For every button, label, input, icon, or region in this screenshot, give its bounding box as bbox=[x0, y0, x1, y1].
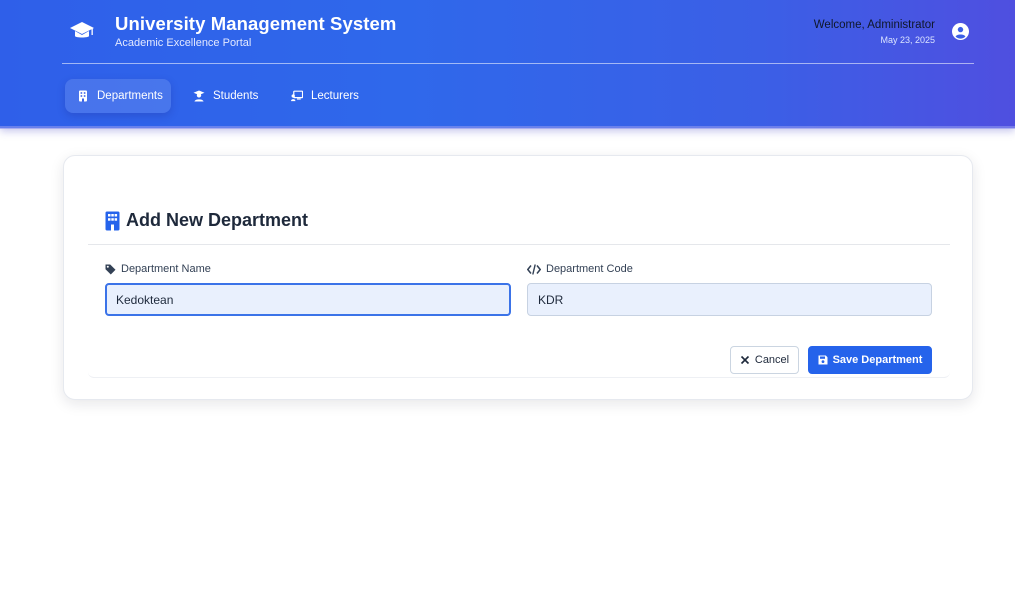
graduation-cap-icon bbox=[70, 22, 94, 38]
header-shadow-line bbox=[0, 126, 1015, 129]
nav-label: Lecturers bbox=[311, 90, 359, 102]
building-icon bbox=[105, 211, 120, 230]
nav-students[interactable]: Students bbox=[181, 79, 271, 113]
department-name-input[interactable] bbox=[105, 283, 511, 316]
app-subtitle: Academic Excellence Portal bbox=[115, 37, 252, 49]
department-code-label: Department Code bbox=[527, 263, 633, 275]
nav-lecturers[interactable]: Lecturers bbox=[279, 79, 371, 113]
department-form: Add New Department Department Name Depar… bbox=[88, 172, 950, 378]
tag-icon bbox=[105, 264, 116, 274]
user-avatar-icon[interactable] bbox=[952, 23, 969, 40]
cancel-button[interactable]: Cancel bbox=[730, 346, 799, 374]
field-label-text: Department Code bbox=[546, 263, 633, 275]
form-title-divider bbox=[88, 244, 950, 245]
department-code-input[interactable] bbox=[527, 283, 932, 316]
header-divider bbox=[62, 63, 974, 64]
nav-label: Students bbox=[213, 90, 259, 102]
department-form-card: Add New Department Department Name Depar… bbox=[63, 155, 973, 400]
welcome-text: Welcome, Administrator bbox=[813, 19, 935, 31]
building-icon bbox=[79, 90, 87, 102]
code-icon bbox=[527, 263, 541, 275]
graduate-icon bbox=[193, 90, 205, 102]
save-label: Save Department bbox=[832, 354, 923, 366]
save-icon bbox=[818, 355, 828, 365]
close-icon bbox=[740, 355, 749, 365]
save-department-button[interactable]: Save Department bbox=[808, 346, 932, 374]
current-date: May 23, 2025 bbox=[880, 35, 935, 45]
nav-label: Departments bbox=[97, 90, 163, 102]
nav-departments[interactable]: Departments bbox=[65, 79, 171, 113]
form-header: Add New Department bbox=[105, 210, 308, 231]
department-name-label: Department Name bbox=[105, 263, 211, 275]
cancel-label: Cancel bbox=[754, 354, 790, 366]
chalkboard-teacher-icon bbox=[291, 90, 303, 102]
app-header: University Management System Academic Ex… bbox=[0, 0, 1015, 128]
field-label-text: Department Name bbox=[121, 263, 211, 275]
app-title: University Management System bbox=[115, 13, 397, 34]
form-title: Add New Department bbox=[126, 210, 309, 230]
